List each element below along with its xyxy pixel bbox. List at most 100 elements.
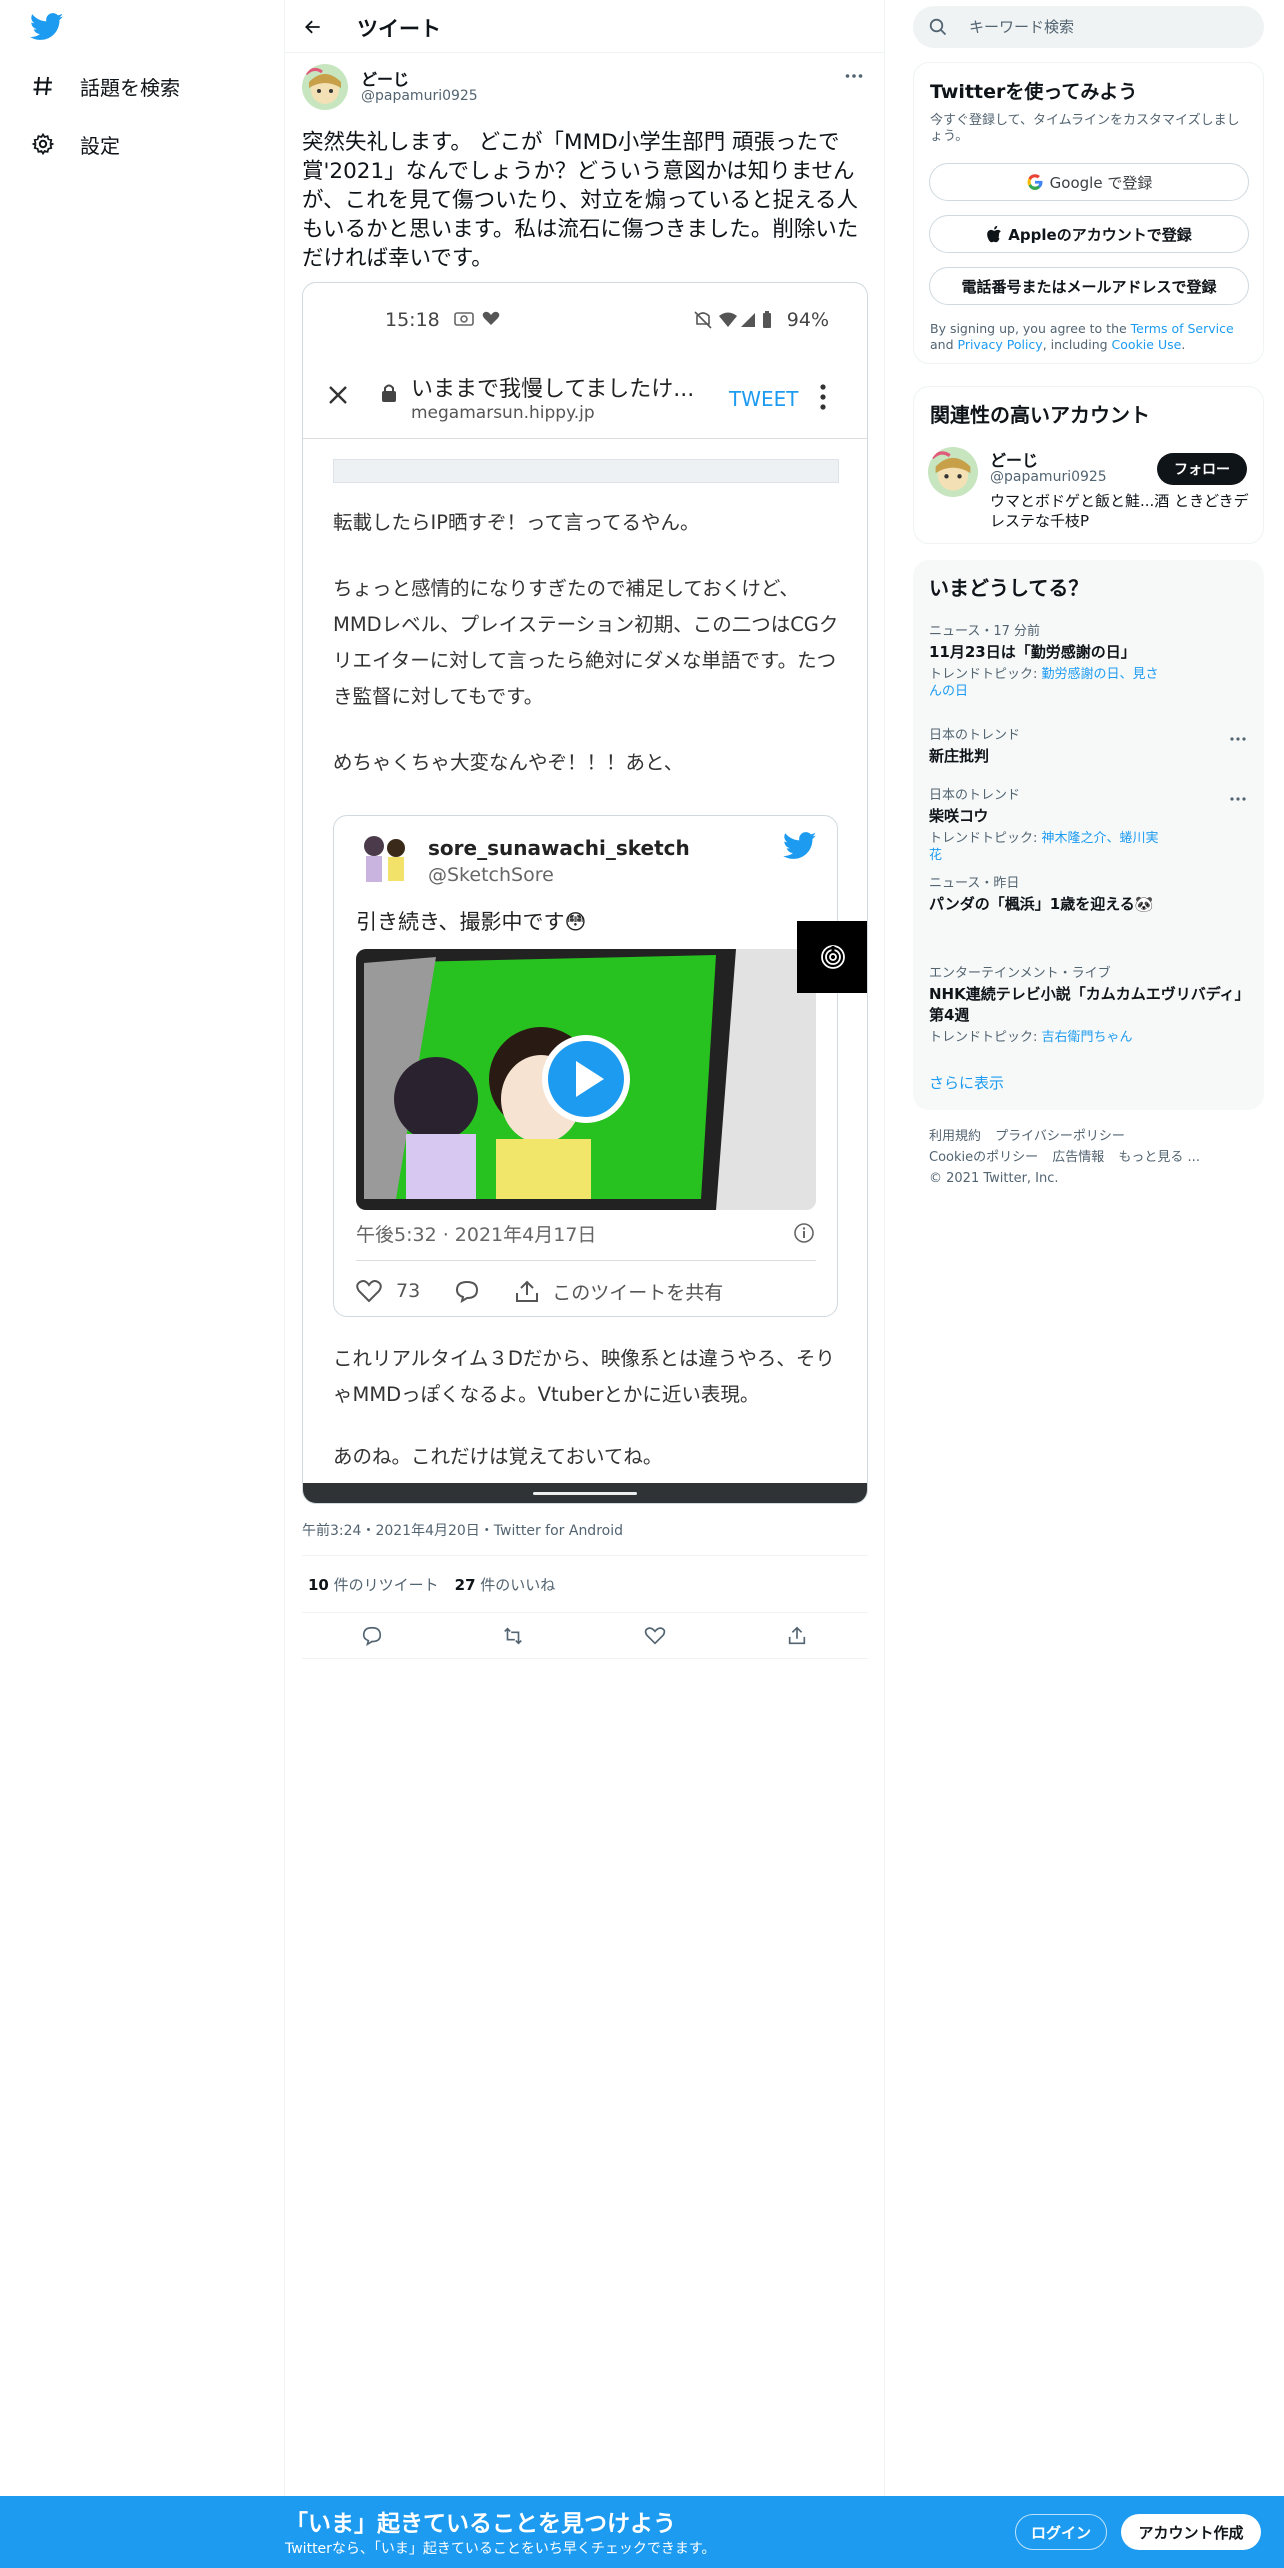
trend-context: エンターテインメント・ライブ	[929, 966, 1111, 981]
privacy-policy-link[interactable]: Privacy Policy	[958, 337, 1043, 352]
tweet-meta[interactable]: 午前3:24・2021年4月20日・Twitter for Android	[302, 1520, 623, 1540]
search-box[interactable]	[913, 6, 1264, 48]
trend-topic-link[interactable]: 吉右衛門ちゃん	[1042, 1030, 1133, 1045]
login-button[interactable]: ログイン	[1015, 2514, 1107, 2550]
terms-of-service-link[interactable]: Terms of Service	[1131, 321, 1234, 336]
footer-link-more[interactable]: もっと見る ...	[1118, 1150, 1200, 1165]
battery-percent: 94%	[786, 309, 829, 331]
trend-topic-prefix: トレンドトピック:	[929, 1030, 1042, 1045]
related-title: 関連性の高いアカウント	[930, 403, 1150, 427]
related-account-name[interactable]: どーじ	[990, 447, 1038, 471]
reply-button[interactable]	[359, 1623, 385, 1649]
tweet-attached-image[interactable]: 15:18 94% いままで我慢してましたけ... megamarsun.hip…	[302, 282, 868, 1504]
footer-links: 利用規約 プライバシーポリシー Cookieのポリシー 広告情報 もっと見る .…	[929, 1126, 1249, 1189]
trend-item[interactable]: エンターテインメント・ライブ NHK連続テレビ小説「カムカムエヴリバディ」第4週…	[929, 962, 1249, 1046]
browser-page-title: いままで我慢してましたけ...	[411, 377, 695, 402]
trend-more-button[interactable]	[1228, 792, 1248, 806]
trend-item[interactable]: ニュース・17 分前 11月23日は「勤労感謝の日」 トレンドトピック: 勤労感…	[929, 620, 1249, 700]
trend-more-button[interactable]	[1228, 732, 1248, 746]
phone-paragraph-2: ちょっと感情的になりすぎたので補足しておくけど、MMDレベル、プレイステーション…	[333, 577, 839, 708]
author-handle[interactable]: @papamuri0925	[361, 88, 478, 104]
like-stat[interactable]: 27 件のいいね	[455, 1574, 556, 1595]
trend-context: ニュース・17 分前	[929, 624, 1041, 639]
embed-video-thumbnail	[356, 949, 816, 1210]
like-label: 件のいいね	[475, 1575, 556, 1594]
signup-subtitle: 今すぐ登録して、タイムラインをカスタマイズしましょう。	[930, 113, 1240, 144]
footer-link-privacy[interactable]: プライバシーポリシー	[995, 1129, 1125, 1144]
nav-settings-label: 設定	[80, 133, 120, 158]
embed-author-handle: @SketchSore	[428, 864, 554, 886]
retweet-stat[interactable]: 10 件のリツイート	[308, 1574, 439, 1595]
phone-paragraph-5: あのね。これだけは覚えておいてね。	[333, 1445, 663, 1468]
tweet-stats: 10 件のリツイート 27 件のいいね	[302, 1555, 868, 1613]
heart-icon	[644, 1627, 666, 1645]
footer-link-cookies[interactable]: Cookieのポリシー	[929, 1150, 1038, 1165]
terms-text-4: .	[1181, 337, 1186, 352]
phone-email-signup-button[interactable]: 電話番号またはメールアドレスで登録	[929, 267, 1249, 305]
hashtag-icon	[28, 71, 58, 101]
phone-paragraph-3: めちゃくちゃ大変なんやぞ！！！あと、	[333, 751, 684, 774]
nav-explore[interactable]: 話題を検索	[28, 64, 180, 108]
cookie-use-link[interactable]: Cookie Use	[1112, 337, 1182, 352]
page-title: ツイート	[357, 17, 441, 41]
related-account-handle[interactable]: @papamuri0925	[990, 469, 1107, 485]
footer-link-terms[interactable]: 利用規約	[929, 1129, 981, 1144]
browser-bar: いままで我慢してましたけ... megamarsun.hippy.jp TWEE…	[303, 353, 867, 439]
share-button[interactable]	[784, 1623, 810, 1649]
embed-like-count: 73	[396, 1280, 421, 1302]
like-button[interactable]	[642, 1623, 668, 1649]
embed-avatar	[356, 830, 414, 892]
search-icon	[929, 18, 947, 40]
reply-icon	[362, 1626, 382, 1646]
ellipsis-icon	[845, 74, 863, 78]
google-signup-label: Google で登録	[1049, 173, 1153, 192]
back-button[interactable]	[297, 12, 329, 42]
terms-text-2: and	[930, 337, 958, 352]
google-signup-button[interactable]: Google で登録	[929, 163, 1249, 201]
trend-name: パンダの「楓浜」1歳を迎える🐼	[929, 895, 1154, 913]
terms-text-1: By signing up, you agree to the	[930, 321, 1131, 336]
footer-link-ads[interactable]: 広告情報	[1052, 1150, 1104, 1165]
apple-signup-button[interactable]: Appleのアカウントで登録	[929, 215, 1249, 253]
author-name[interactable]: どーじ	[361, 66, 409, 90]
tweet-actions	[302, 1613, 868, 1659]
trend-item[interactable]: 日本のトレンド 新庄批判	[929, 724, 1249, 767]
avatar[interactable]	[928, 447, 978, 497]
divider	[356, 1260, 816, 1261]
nav-settings[interactable]: 設定	[28, 122, 120, 166]
trend-item[interactable]: 日本のトレンド 柴咲コウ トレンドトピック: 神木隆之介、蜷川実花	[929, 784, 1249, 864]
twitter-bird-icon	[782, 832, 819, 862]
follow-button[interactable]: フォロー	[1157, 453, 1247, 485]
trend-item[interactable]: ニュース・昨日 パンダの「楓浜」1歳を迎える🐼	[929, 872, 1249, 915]
phone-time: 15:18	[385, 309, 440, 331]
tweet-text: 突然失礼します。 どこが「MMD小学生部門 頑張ったで賞'2021」なんでしょう…	[302, 130, 859, 271]
apple-signup-label: Appleのアカウントで登録	[1008, 225, 1192, 244]
left-navigation: 話題を検索 設定	[0, 0, 285, 2568]
create-account-button[interactable]: アカウント作成	[1121, 2514, 1261, 2550]
phone-status-bar: 15:18 94%	[303, 283, 867, 353]
info-icon	[793, 1222, 815, 1244]
trends-title: いまどうしてる？	[929, 576, 1089, 600]
tweet-detail-column: ツイート どーじ @papamuri0925 突然失礼します。 どこが「MMD小…	[285, 0, 885, 2500]
trend-context: 日本のトレンド	[929, 728, 1021, 743]
avatar[interactable]	[302, 64, 348, 110]
trend-topic: トレンドトピック: 神木隆之介、蜷川実花	[929, 830, 1169, 864]
embed-tweet-text: 引き続き、撮影中です😳	[356, 910, 587, 934]
share-icon	[514, 1279, 540, 1303]
more-options-button[interactable]	[842, 66, 866, 86]
page-header: ツイート	[285, 0, 885, 53]
kebab-menu-icon	[813, 379, 833, 415]
signup-terms: By signing up, you agree to the Terms of…	[930, 321, 1255, 353]
show-more-link[interactable]: さらに表示	[929, 1072, 1004, 1093]
arrow-left-icon	[305, 20, 320, 34]
trend-name: 新庄批判	[929, 747, 990, 765]
phone-email-signup-label: 電話番号またはメールアドレスで登録	[961, 277, 1217, 296]
twitter-bird-icon[interactable]	[29, 13, 68, 45]
trend-context: 日本のトレンド	[929, 788, 1021, 803]
search-input[interactable]	[969, 14, 1239, 40]
apple-icon	[987, 225, 1002, 243]
terms-text-3: , including	[1042, 337, 1112, 352]
footer-copyright: © 2021 Twitter, Inc.	[929, 1171, 1059, 1186]
camera-heart-icon	[454, 311, 500, 326]
retweet-button[interactable]	[500, 1623, 526, 1649]
